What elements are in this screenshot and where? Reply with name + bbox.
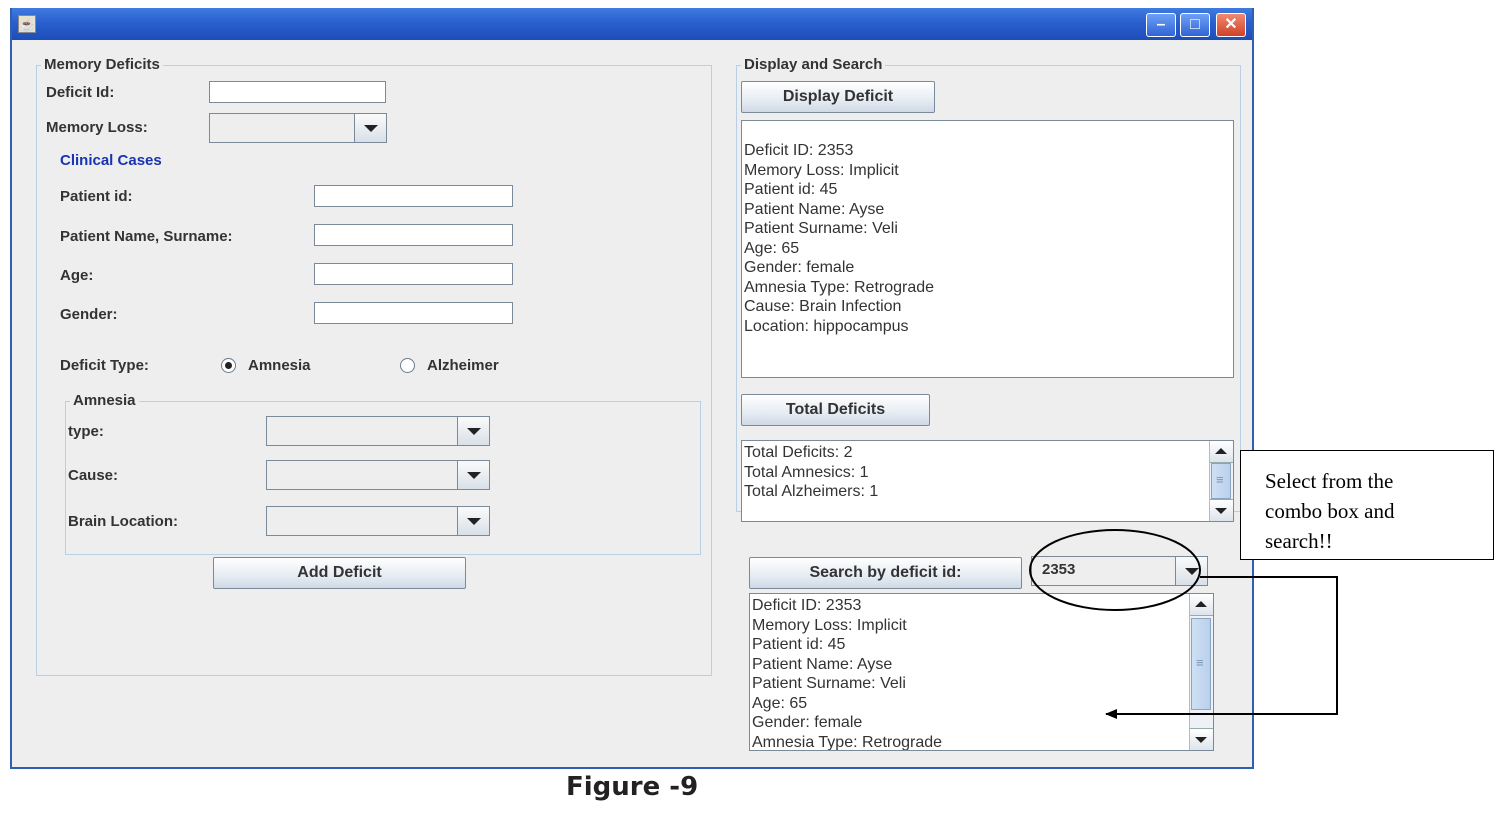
callout-line: Select from the (1265, 469, 1394, 493)
annotation-overlay (1029, 529, 1338, 719)
annotation-callout: Select from the combo box and search!! (1240, 450, 1494, 560)
callout-line: combo box and (1265, 499, 1395, 523)
figure-caption: Figure -9 (566, 772, 699, 802)
callout-line: search!! (1265, 529, 1333, 553)
pointer-arrow (1105, 576, 1338, 719)
highlight-ellipse (1029, 529, 1201, 611)
